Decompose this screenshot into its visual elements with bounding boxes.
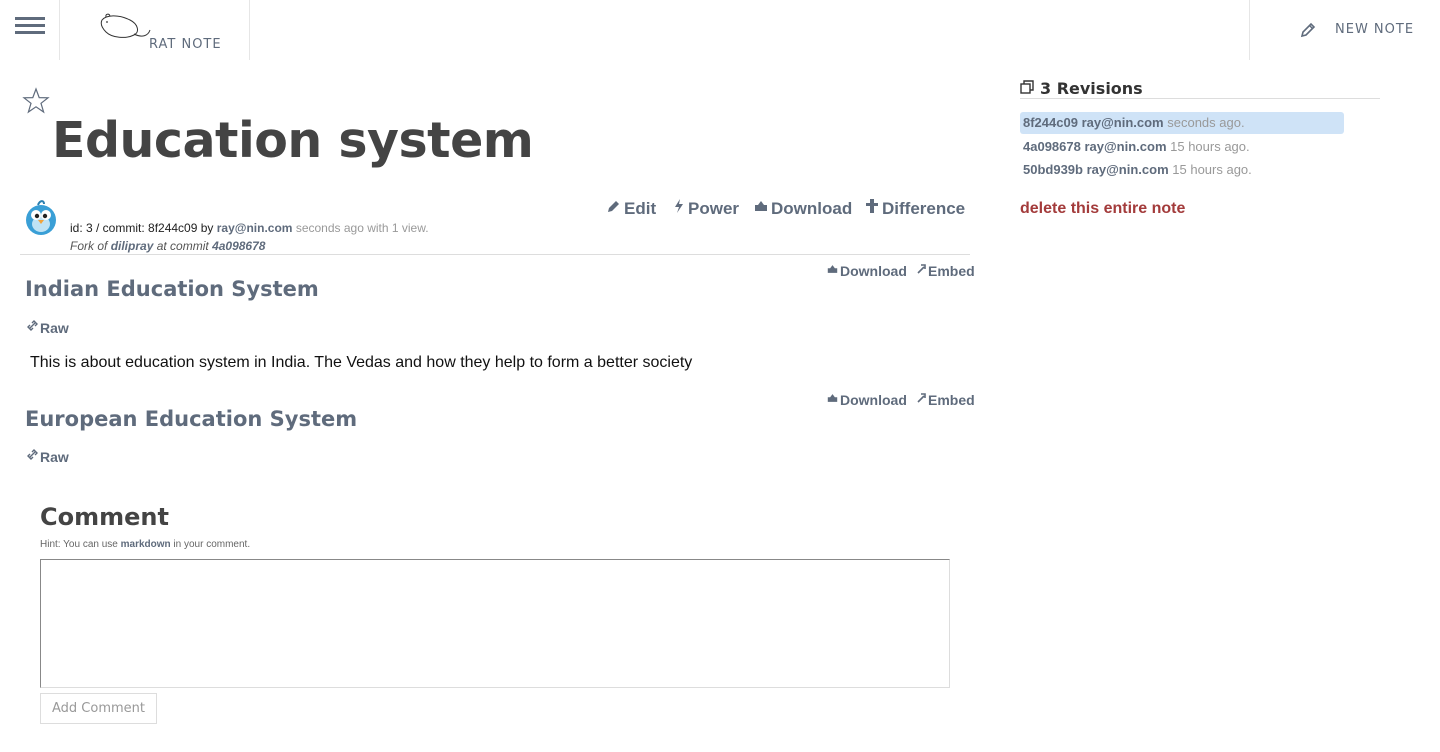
edit-label: Edit (624, 199, 657, 218)
star-icon[interactable] (22, 87, 50, 120)
new-note-label: NEW NOTE (1335, 22, 1415, 37)
logo-text: RAT NOTE (149, 37, 222, 52)
revision-hash: 8f244c09 (1023, 115, 1078, 130)
comment-input[interactable] (40, 559, 950, 688)
download-icon (827, 393, 838, 402)
fork-user-link[interactable]: dilipray (111, 239, 154, 253)
power-label: Power (688, 199, 740, 218)
embed-icon (917, 392, 926, 403)
revision-user: ray@nin.com (1081, 115, 1164, 130)
logo-link[interactable]: RAT NOTE (60, 0, 250, 60)
raw-label: Raw (40, 320, 69, 336)
bolt-icon (675, 199, 683, 213)
meta-time: seconds ago with 1 view. (292, 221, 429, 235)
revisions-title: 3 Revisions (1040, 79, 1143, 98)
diff-icon (866, 199, 878, 213)
revision-hash: 50bd939b (1023, 162, 1083, 177)
file-download-label: Download (840, 392, 907, 408)
meta-id-commit: id: 3 / commit: 8f244c09 by (70, 221, 217, 235)
power-button[interactable]: Power (673, 199, 739, 219)
file-embed-label: Embed (928, 263, 975, 279)
file-download-button[interactable]: Download (827, 263, 907, 279)
hint-suffix: in your comment. (170, 539, 251, 550)
raw-label: Raw (40, 449, 69, 465)
menu-icon[interactable] (0, 0, 60, 60)
add-comment-button[interactable]: Add Comment (40, 693, 157, 724)
file-title: European Education System (25, 407, 358, 431)
revision-time: 15 hours ago. (1170, 139, 1250, 154)
avatar (22, 199, 60, 242)
file-title: Indian Education System (25, 277, 319, 301)
comment-hint: Hint: You can use markdown in your comme… (40, 539, 250, 550)
revision-user: ray@nin.com (1086, 162, 1169, 177)
link-icon (27, 449, 38, 460)
hint-prefix: Hint: You can use (40, 539, 121, 550)
delete-note-link[interactable]: delete this entire note (1020, 200, 1185, 218)
download-button[interactable]: Download (754, 199, 852, 219)
revision-item[interactable]: 50bd939b ray@nin.com 15 hours ago. (1020, 159, 1252, 181)
menu-bar (15, 24, 45, 27)
author-link[interactable]: ray@nin.com (217, 221, 293, 235)
download-label: Download (771, 199, 853, 218)
file-embed-button[interactable]: Embed (916, 263, 975, 279)
markdown-link[interactable]: markdown (121, 539, 171, 550)
rat-logo-icon (100, 13, 151, 38)
comment-heading: Comment (40, 503, 169, 531)
raw-link[interactable]: Raw (27, 320, 69, 336)
difference-button[interactable]: Difference (865, 199, 965, 219)
fork-mid: at commit (153, 239, 213, 253)
pencil-icon (1300, 22, 1316, 38)
link-icon (27, 320, 38, 331)
revisions-divider (1020, 98, 1380, 99)
revision-time: seconds ago. (1167, 115, 1245, 130)
revision-item[interactable]: 4a098678 ray@nin.com 15 hours ago. (1020, 136, 1250, 158)
menu-bar (15, 31, 45, 34)
meta-divider (20, 254, 970, 255)
revision-user: ray@nin.com (1084, 139, 1167, 154)
file-content: This is about education system in India.… (30, 354, 693, 371)
top-header: RAT NOTE NEW NOTE (0, 0, 1440, 60)
edit-button[interactable]: Edit (607, 199, 656, 219)
download-icon (755, 201, 767, 211)
fork-commit-link[interactable]: 4a098678 (212, 239, 265, 253)
revision-time: 15 hours ago. (1172, 162, 1252, 177)
revision-item[interactable]: 8f244c09 ray@nin.com seconds ago. (1020, 112, 1344, 134)
difference-label: Difference (882, 199, 966, 218)
raw-link[interactable]: Raw (27, 449, 69, 465)
fork-info: Fork of dilipray at commit 4a098678 (70, 239, 265, 253)
revisions-icon (1020, 79, 1034, 94)
file-download-button[interactable]: Download (827, 392, 907, 408)
embed-icon (917, 263, 926, 274)
menu-bar (15, 17, 45, 20)
new-note-button[interactable]: NEW NOTE (1249, 0, 1440, 60)
pencil-icon (608, 201, 619, 212)
note-meta: id: 3 / commit: 8f244c09 by ray@nin.com … (70, 221, 429, 235)
file-embed-button[interactable]: Embed (916, 392, 975, 408)
note-title: Education system (52, 112, 534, 169)
download-icon (827, 264, 838, 273)
revision-hash: 4a098678 (1023, 139, 1081, 154)
file-embed-label: Embed (928, 392, 975, 408)
revisions-heading: 3 Revisions (1020, 79, 1143, 98)
fork-prefix: Fork of (70, 239, 111, 253)
file-download-label: Download (840, 263, 907, 279)
